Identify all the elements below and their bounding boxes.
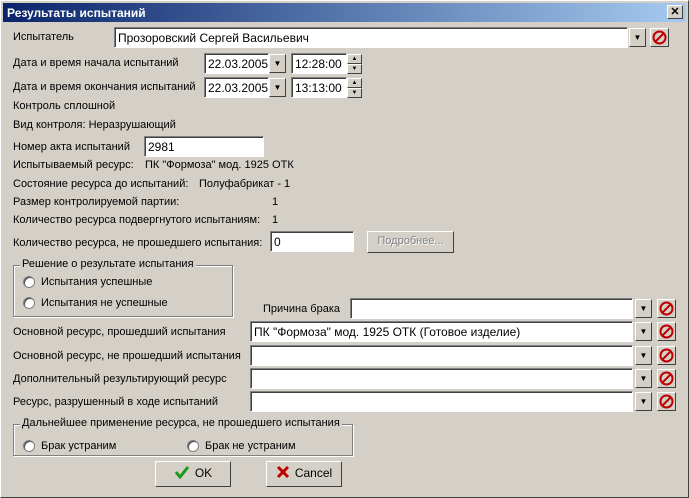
main-passed-clear-button[interactable] bbox=[657, 322, 676, 341]
failed-qty-label: Количество ресурса, не прошедшего испыта… bbox=[13, 237, 263, 249]
destroyed-field[interactable] bbox=[250, 391, 633, 412]
start-time-spinner[interactable]: ▲ ▼ bbox=[347, 54, 362, 74]
chevron-down-icon: ▼ bbox=[639, 351, 648, 360]
unfixable-label[interactable]: Брак не устраним bbox=[205, 440, 296, 452]
cross-icon bbox=[276, 465, 289, 479]
cancel-button[interactable]: Cancel bbox=[266, 461, 342, 487]
additional-dropdown-button[interactable]: ▼ bbox=[635, 369, 652, 388]
tested-qty-value: 1 bbox=[272, 214, 279, 226]
no-entry-icon bbox=[652, 30, 667, 45]
end-label: Дата и время окончания испытаний bbox=[13, 81, 196, 93]
details-button[interactable]: Подробнее... bbox=[367, 231, 454, 253]
success-radio[interactable] bbox=[23, 276, 35, 288]
spin-up-icon[interactable]: ▲ bbox=[347, 54, 362, 64]
destroyed-clear-button[interactable] bbox=[657, 392, 676, 411]
control-type-text: Вид контроля: Неразрушающий bbox=[13, 119, 176, 131]
fixable-radio[interactable] bbox=[23, 440, 35, 452]
additional-clear-button[interactable] bbox=[657, 369, 676, 388]
failure-radio[interactable] bbox=[23, 297, 35, 309]
tester-clear-button[interactable] bbox=[650, 28, 669, 47]
end-date-field[interactable]: 22.03.2005 bbox=[204, 77, 269, 98]
checkmark-icon bbox=[174, 466, 189, 480]
no-entry-icon bbox=[659, 394, 674, 409]
tested-qty-label: Количество ресурса подвергнутого испытан… bbox=[13, 214, 261, 226]
main-failed-dropdown-button[interactable]: ▼ bbox=[635, 346, 652, 365]
main-passed-dropdown-button[interactable]: ▼ bbox=[635, 322, 652, 341]
chevron-down-icon: ▼ bbox=[273, 83, 282, 92]
chevron-down-icon: ▼ bbox=[639, 304, 648, 313]
close-icon: ✕ bbox=[670, 6, 680, 18]
main-passed-label: Основной ресурс, прошедший испытания bbox=[13, 326, 226, 338]
decision-group: Решение о результате испытания bbox=[13, 258, 233, 317]
start-time-field[interactable]: 12:28:00 bbox=[291, 53, 347, 74]
chevron-down-icon: ▼ bbox=[639, 374, 648, 383]
defect-reason-dropdown-button[interactable]: ▼ bbox=[635, 299, 652, 318]
window-title: Результаты испытаний bbox=[7, 6, 146, 20]
close-button[interactable]: ✕ bbox=[667, 5, 683, 19]
results-dialog: Результаты испытаний ✕ Испытатель Прозор… bbox=[0, 0, 689, 498]
main-failed-clear-button[interactable] bbox=[657, 346, 676, 365]
tester-field[interactable]: Прозоровский Сергей Васильевич bbox=[114, 27, 628, 48]
decision-caption: Решение о результате испытания bbox=[20, 258, 196, 270]
ok-label: OK bbox=[194, 466, 213, 480]
no-entry-icon bbox=[659, 324, 674, 339]
spin-down-icon[interactable]: ▼ bbox=[347, 64, 362, 74]
state-value: Полуфабрикат - 1 bbox=[199, 178, 291, 190]
act-label: Номер акта испытаний bbox=[13, 141, 130, 153]
title-bar: Результаты испытаний ✕ bbox=[3, 3, 686, 22]
ok-button[interactable]: OK bbox=[155, 461, 231, 487]
failure-label[interactable]: Испытания не успешные bbox=[41, 297, 168, 309]
unfixable-radio[interactable] bbox=[187, 440, 199, 452]
tester-dropdown-button[interactable]: ▼ bbox=[629, 28, 646, 47]
chevron-down-icon: ▼ bbox=[273, 59, 282, 68]
chevron-down-icon: ▼ bbox=[633, 33, 642, 42]
start-date-dropdown-button[interactable]: ▼ bbox=[269, 54, 286, 73]
defect-reason-clear-button[interactable] bbox=[657, 299, 676, 318]
no-entry-icon bbox=[659, 371, 674, 386]
tester-label: Испытатель bbox=[13, 31, 74, 43]
main-failed-field[interactable] bbox=[250, 345, 633, 366]
no-entry-icon bbox=[659, 301, 674, 316]
chevron-down-icon: ▼ bbox=[639, 397, 648, 406]
no-entry-icon bbox=[659, 348, 674, 363]
start-label: Дата и время начала испытаний bbox=[13, 57, 179, 69]
end-time-field[interactable]: 13:13:00 bbox=[291, 77, 347, 98]
lot-size-label: Размер контролируемой партии: bbox=[13, 196, 180, 208]
success-label[interactable]: Испытания успешные bbox=[41, 276, 152, 288]
further-use-caption: Дальнейшее применение ресурса, не прошед… bbox=[20, 417, 342, 429]
control-text: Контроль сплошной bbox=[13, 100, 116, 112]
end-date-dropdown-button[interactable]: ▼ bbox=[269, 78, 286, 97]
defect-reason-field[interactable] bbox=[350, 298, 633, 319]
defect-reason-label: Причина брака bbox=[263, 303, 340, 315]
spin-down-icon[interactable]: ▼ bbox=[347, 88, 362, 98]
act-number-field[interactable]: 2981 bbox=[144, 136, 264, 157]
start-date-field[interactable]: 22.03.2005 bbox=[204, 53, 269, 74]
main-passed-field[interactable]: ПК "Формоза" мод. 1925 ОТК (Готовое изде… bbox=[250, 321, 633, 342]
failed-qty-field[interactable]: 0 bbox=[270, 231, 354, 252]
chevron-down-icon: ▼ bbox=[639, 327, 648, 336]
lot-size-value: 1 bbox=[272, 196, 279, 208]
resource-label: Испытываемый ресурс: bbox=[13, 159, 134, 171]
destroyed-label: Ресурс, разрушенный в ходе испытаний bbox=[13, 396, 219, 408]
spin-up-icon[interactable]: ▲ bbox=[347, 78, 362, 88]
additional-label: Дополнительный результирующий ресурс bbox=[13, 373, 227, 385]
resource-value: ПК "Формоза" мод. 1925 ОТК bbox=[145, 159, 294, 171]
destroyed-dropdown-button[interactable]: ▼ bbox=[635, 392, 652, 411]
end-time-spinner[interactable]: ▲ ▼ bbox=[347, 78, 362, 98]
main-failed-label: Основной ресурс, не прошедший испытания bbox=[13, 350, 241, 362]
state-label: Состояние ресурса до испытаний: bbox=[13, 178, 189, 190]
cancel-label: Cancel bbox=[294, 466, 333, 480]
fixable-label[interactable]: Брак устраним bbox=[41, 440, 116, 452]
additional-field[interactable] bbox=[250, 368, 633, 389]
